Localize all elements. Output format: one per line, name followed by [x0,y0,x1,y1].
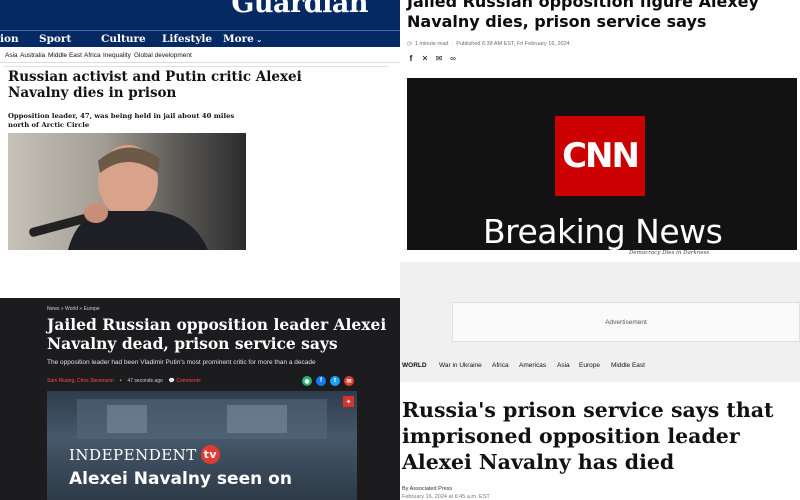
chevron-down-icon: ⌄ [253,35,263,44]
subnav-item-africa[interactable]: Africa [84,52,101,59]
nav-item-world[interactable]: WORLD [402,362,427,369]
email-icon[interactable]: ✉ [435,54,443,63]
wapo-article-panel: Advertisement WORLD War in Ukraine Afric… [400,262,800,500]
comments-link[interactable]: 💬 Comments [169,378,201,384]
whatsapp-icon[interactable]: ◉ [302,376,312,386]
cnn-meta: ◷ 1 minute read · Published 6:39 AM EST,… [407,41,570,47]
guardian-nav: ion Sport Culture Lifestyle More ⌄ [0,30,400,47]
bookmark-icon[interactable]: ✦ [343,396,354,407]
wapo-tagline: Democracy Dies in Darkness [629,250,710,256]
navalny-photo [8,133,246,250]
wapo-section-nav: WORLD War in Ukraine Africa Americas Asi… [400,357,800,377]
nav-item-war-in-ukraine[interactable]: War in Ukraine [439,362,482,369]
clock-icon: ◷ [407,41,412,47]
author-links[interactable]: Sam Rkaing, Chris Stevenson [47,378,114,384]
timestamp: 47 seconds ago [127,378,163,384]
independent-byline: Sam Rkaing, Chris Stevenson • 47 seconds… [47,378,201,384]
guardian-masthead: Guardian [0,0,400,30]
x-icon[interactable]: ✕ [421,54,429,63]
guardian-article-panel: Guardian ion Sport Culture Lifestyle Mor… [0,0,400,290]
comments-label: Comments [176,378,201,384]
subnav-item-asia[interactable]: Asia [5,52,18,59]
cnn-read-time: 1 minute read [414,41,449,47]
nav-item-culture[interactable]: Culture [101,33,146,45]
independent-standfirst: The opposition leader had been Vladimir … [47,359,316,366]
nav-item-asia[interactable]: Asia [557,362,570,369]
subnav-item-inequality[interactable]: Inequality [103,52,131,59]
cnn-headline: Jailed Russian opposition figure Alexey … [407,0,759,31]
independent-headline: Jailed Russian opposition leader Alexei … [47,315,387,353]
cnn-article-panel: Jailed Russian opposition figure Alexey … [400,0,800,262]
advertisement-slot[interactable]: Advertisement [452,302,800,342]
nav-item-middle-east[interactable]: Middle East [611,362,645,369]
nav-item-sport[interactable]: Sport [39,33,71,45]
facebook-icon[interactable]: f [407,54,415,63]
nav-item-lifestyle[interactable]: Lifestyle [162,33,212,45]
wapo-date: February 16, 2024 at 6:45 a.m. EST [402,494,490,500]
wapo-byline[interactable]: By Associated Press [402,486,452,492]
nav-more-label: More [223,33,254,45]
subnav-item-australia[interactable]: Australia [20,52,45,59]
breadcrumb[interactable]: News » World » Europe [47,306,100,312]
independent-article-panel: News » World » Europe Jailed Russian opp… [0,298,400,500]
nav-item-americas[interactable]: Americas [519,362,546,369]
tv-badge: tv [200,445,220,464]
nav-item-opinion[interactable]: ion [0,33,19,45]
independent-tv-logo: INDEPENDENT tv [69,445,220,464]
guardian-article-card: Russian activist and Putin critic Alexei… [4,66,388,286]
cnn-breaking-news-video[interactable]: CNN Breaking News [407,78,797,250]
facebook-icon[interactable]: f [316,376,326,386]
cnn-share-bar: f ✕ ✉ ∞ [407,54,457,63]
subnav-item-middle-east[interactable]: Middle East [48,52,82,59]
independent-video[interactable]: INDEPENDENT tv Alexei Navalny seen on [47,391,357,500]
nav-item-africa[interactable]: Africa [492,362,509,369]
cnn-logo: CNN [555,116,645,196]
guardian-subnav: Asia Australia Middle East Africa Inequa… [0,47,400,63]
guardian-standfirst: Opposition leader, 47, was being held in… [8,112,235,129]
video-caption: Alexei Navalny seen on [69,469,292,489]
nav-item-more[interactable]: More ⌄ [223,33,262,45]
cnn-published: Published 6:39 AM EST, Fri February 16, … [456,41,570,47]
wapo-headline: Russia's prison service says that impris… [402,398,774,474]
twitter-icon[interactable]: t [330,376,340,386]
subnav-item-global-development[interactable]: Global development [134,52,192,59]
photo-illustration [29,145,208,250]
nav-item-europe[interactable]: Europe [579,362,600,369]
guardian-headline: Russian activist and Putin critic Alexei… [8,69,302,101]
guardian-logo[interactable]: Guardian [231,0,368,19]
breaking-news-label: Breaking News [483,212,723,250]
email-icon[interactable]: ✉ [344,376,354,386]
independent-share-icons: ◉ f t ✉ [302,376,354,386]
link-icon[interactable]: ∞ [449,54,457,63]
